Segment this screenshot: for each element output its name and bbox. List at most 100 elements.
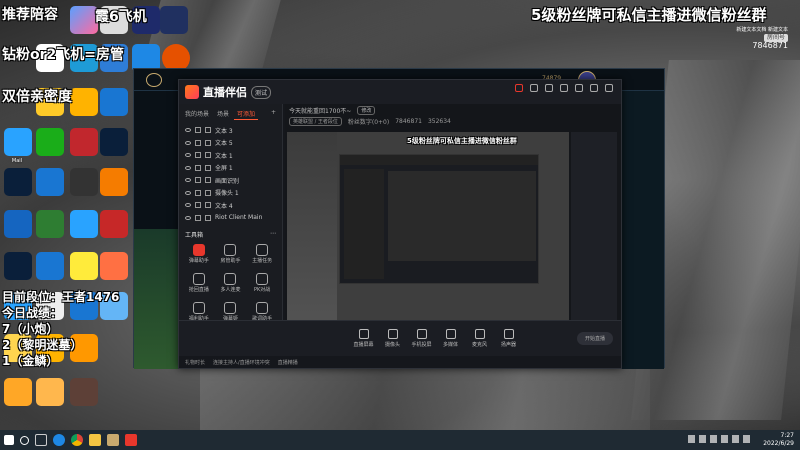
- scene-item[interactable]: 文本 4: [179, 199, 282, 212]
- scene-item[interactable]: 全屏 1: [179, 162, 282, 175]
- mic-icon: [474, 329, 485, 339]
- source-button[interactable]: 手机投屏: [407, 329, 436, 348]
- add-scene-button[interactable]: +: [268, 108, 279, 120]
- tab-my-scenes[interactable]: 我的场景: [182, 108, 212, 120]
- eye-icon[interactable]: [185, 153, 191, 158]
- edit-title-button[interactable]: 修改: [357, 106, 376, 115]
- app-icon[interactable]: [70, 128, 98, 156]
- scene-item[interactable]: 画面识别: [179, 174, 282, 187]
- tray-icon[interactable]: [721, 435, 728, 443]
- eye-icon[interactable]: [185, 165, 191, 170]
- tab-scenes[interactable]: 场景: [214, 108, 232, 120]
- tool-button[interactable]: PK对战: [246, 273, 278, 299]
- source-button[interactable]: 直播屏幕: [349, 329, 378, 348]
- task-view-icon[interactable]: [35, 434, 47, 446]
- scene-list: 文本 3 文本 5 文本 1 全屏 1 画面识别 摄像头 1 文本 4 Riot Client…: [179, 124, 282, 224]
- tray-icon[interactable]: [732, 435, 739, 443]
- source-button[interactable]: 麦克风: [465, 329, 494, 348]
- scene-item[interactable]: Riot Client Main: [179, 212, 282, 225]
- tray-icon[interactable]: [688, 435, 695, 443]
- pk-icon: [256, 273, 269, 285]
- app-icon[interactable]: [4, 210, 32, 238]
- app-icon[interactable]: [70, 88, 98, 116]
- source-button[interactable]: 摄像头: [378, 329, 407, 348]
- app-icon[interactable]: [160, 6, 188, 34]
- app-icon[interactable]: [4, 168, 32, 196]
- lol-taskbar-icon[interactable]: [107, 434, 119, 446]
- app-icon[interactable]: [100, 128, 128, 156]
- scene-item[interactable]: 摄像头 1: [179, 187, 282, 200]
- mail-icon[interactable]: [515, 84, 523, 92]
- scene-item[interactable]: 文本 3: [179, 124, 282, 137]
- app-icon[interactable]: [70, 6, 98, 34]
- tool-button[interactable]: 主播任务: [246, 244, 278, 270]
- app-icon[interactable]: [100, 252, 128, 280]
- overlay-record-1: 7（小炮）: [2, 322, 59, 336]
- app-icon[interactable]: [70, 168, 98, 196]
- tray-icon[interactable]: [699, 435, 706, 443]
- clock[interactable]: 7:27 2022/6/29: [763, 432, 794, 448]
- lock-icon[interactable]: [195, 127, 201, 134]
- lock-icon[interactable]: [195, 177, 201, 184]
- tool-button[interactable]: 弹幕助手: [183, 244, 215, 270]
- tool-button[interactable]: 抢回直播: [183, 273, 215, 299]
- category-badge[interactable]: 英雄联盟 / 王者段位: [289, 117, 342, 126]
- edge-icon[interactable]: [53, 434, 65, 446]
- app-icon[interactable]: [70, 210, 98, 238]
- eye-icon[interactable]: [185, 190, 191, 195]
- lock-icon[interactable]: [195, 189, 201, 196]
- tool-button[interactable]: 多人连麦: [215, 273, 247, 299]
- app-icon[interactable]: [70, 378, 98, 406]
- app-icon[interactable]: [100, 88, 128, 116]
- source-button[interactable]: 扬声器: [494, 329, 523, 348]
- app-icon[interactable]: [100, 210, 128, 238]
- chrome-icon[interactable]: [71, 434, 83, 446]
- search-icon[interactable]: [20, 435, 29, 445]
- close-icon[interactable]: [605, 84, 613, 92]
- tray-icon[interactable]: [710, 435, 717, 443]
- lock-icon[interactable]: [195, 139, 201, 146]
- bell-icon[interactable]: [560, 84, 568, 92]
- app-icon[interactable]: [36, 252, 64, 280]
- start-stream-button[interactable]: 开始直播: [577, 332, 613, 345]
- status-item: 连接主持人/直播环境冲突: [213, 359, 270, 366]
- eye-icon[interactable]: [185, 178, 191, 183]
- more-icon[interactable]: ⋯: [270, 230, 276, 239]
- app-taskbar-icon[interactable]: [125, 434, 137, 446]
- lock-icon[interactable]: [195, 202, 201, 209]
- app-icon[interactable]: [36, 378, 64, 406]
- app-icon[interactable]: [4, 378, 32, 406]
- tool-button[interactable]: 房管助手: [215, 244, 247, 270]
- app-icon[interactable]: [36, 210, 64, 238]
- app-icon[interactable]: [4, 252, 32, 280]
- fan-label: 粉丝数字(0+0): [347, 119, 390, 126]
- taskbar: 7:27 2022/6/29: [0, 430, 800, 450]
- settings-icon[interactable]: [545, 84, 553, 92]
- lock-icon[interactable]: [195, 152, 201, 159]
- app-icon[interactable]: [70, 252, 98, 280]
- tray-icon[interactable]: [743, 435, 750, 443]
- scene-item[interactable]: 文本 1: [179, 149, 282, 162]
- minimize-icon[interactable]: [590, 84, 598, 92]
- menu-icon[interactable]: [575, 84, 583, 92]
- tab-add[interactable]: 可添加: [234, 108, 259, 120]
- app-icon[interactable]: [100, 168, 128, 196]
- gift-icon[interactable]: [530, 84, 538, 92]
- eye-icon[interactable]: [185, 203, 191, 208]
- app-icon[interactable]: [4, 128, 32, 156]
- lock-icon[interactable]: [195, 164, 201, 171]
- scene-item[interactable]: 文本 5: [179, 137, 282, 150]
- eye-icon[interactable]: [185, 140, 191, 145]
- scene-item-label: 文本 5: [215, 140, 233, 148]
- titlebar-actions: [515, 84, 613, 92]
- room-number: 7846871: [752, 41, 788, 50]
- folder-icon[interactable]: [89, 434, 101, 446]
- eye-icon[interactable]: [185, 128, 191, 133]
- eye-icon[interactable]: [185, 215, 191, 220]
- stream-companion-window[interactable]: 直播伴侣 测试 我的场景 场景 可添加 + 文本 3 文本 5 文本 1 全屏 1 画面…: [178, 79, 622, 369]
- app-icon[interactable]: [36, 168, 64, 196]
- source-button[interactable]: 多媒体: [436, 329, 465, 348]
- windows-start-icon[interactable]: [4, 435, 14, 445]
- lock-icon[interactable]: [195, 214, 201, 221]
- app-icon[interactable]: [36, 128, 64, 156]
